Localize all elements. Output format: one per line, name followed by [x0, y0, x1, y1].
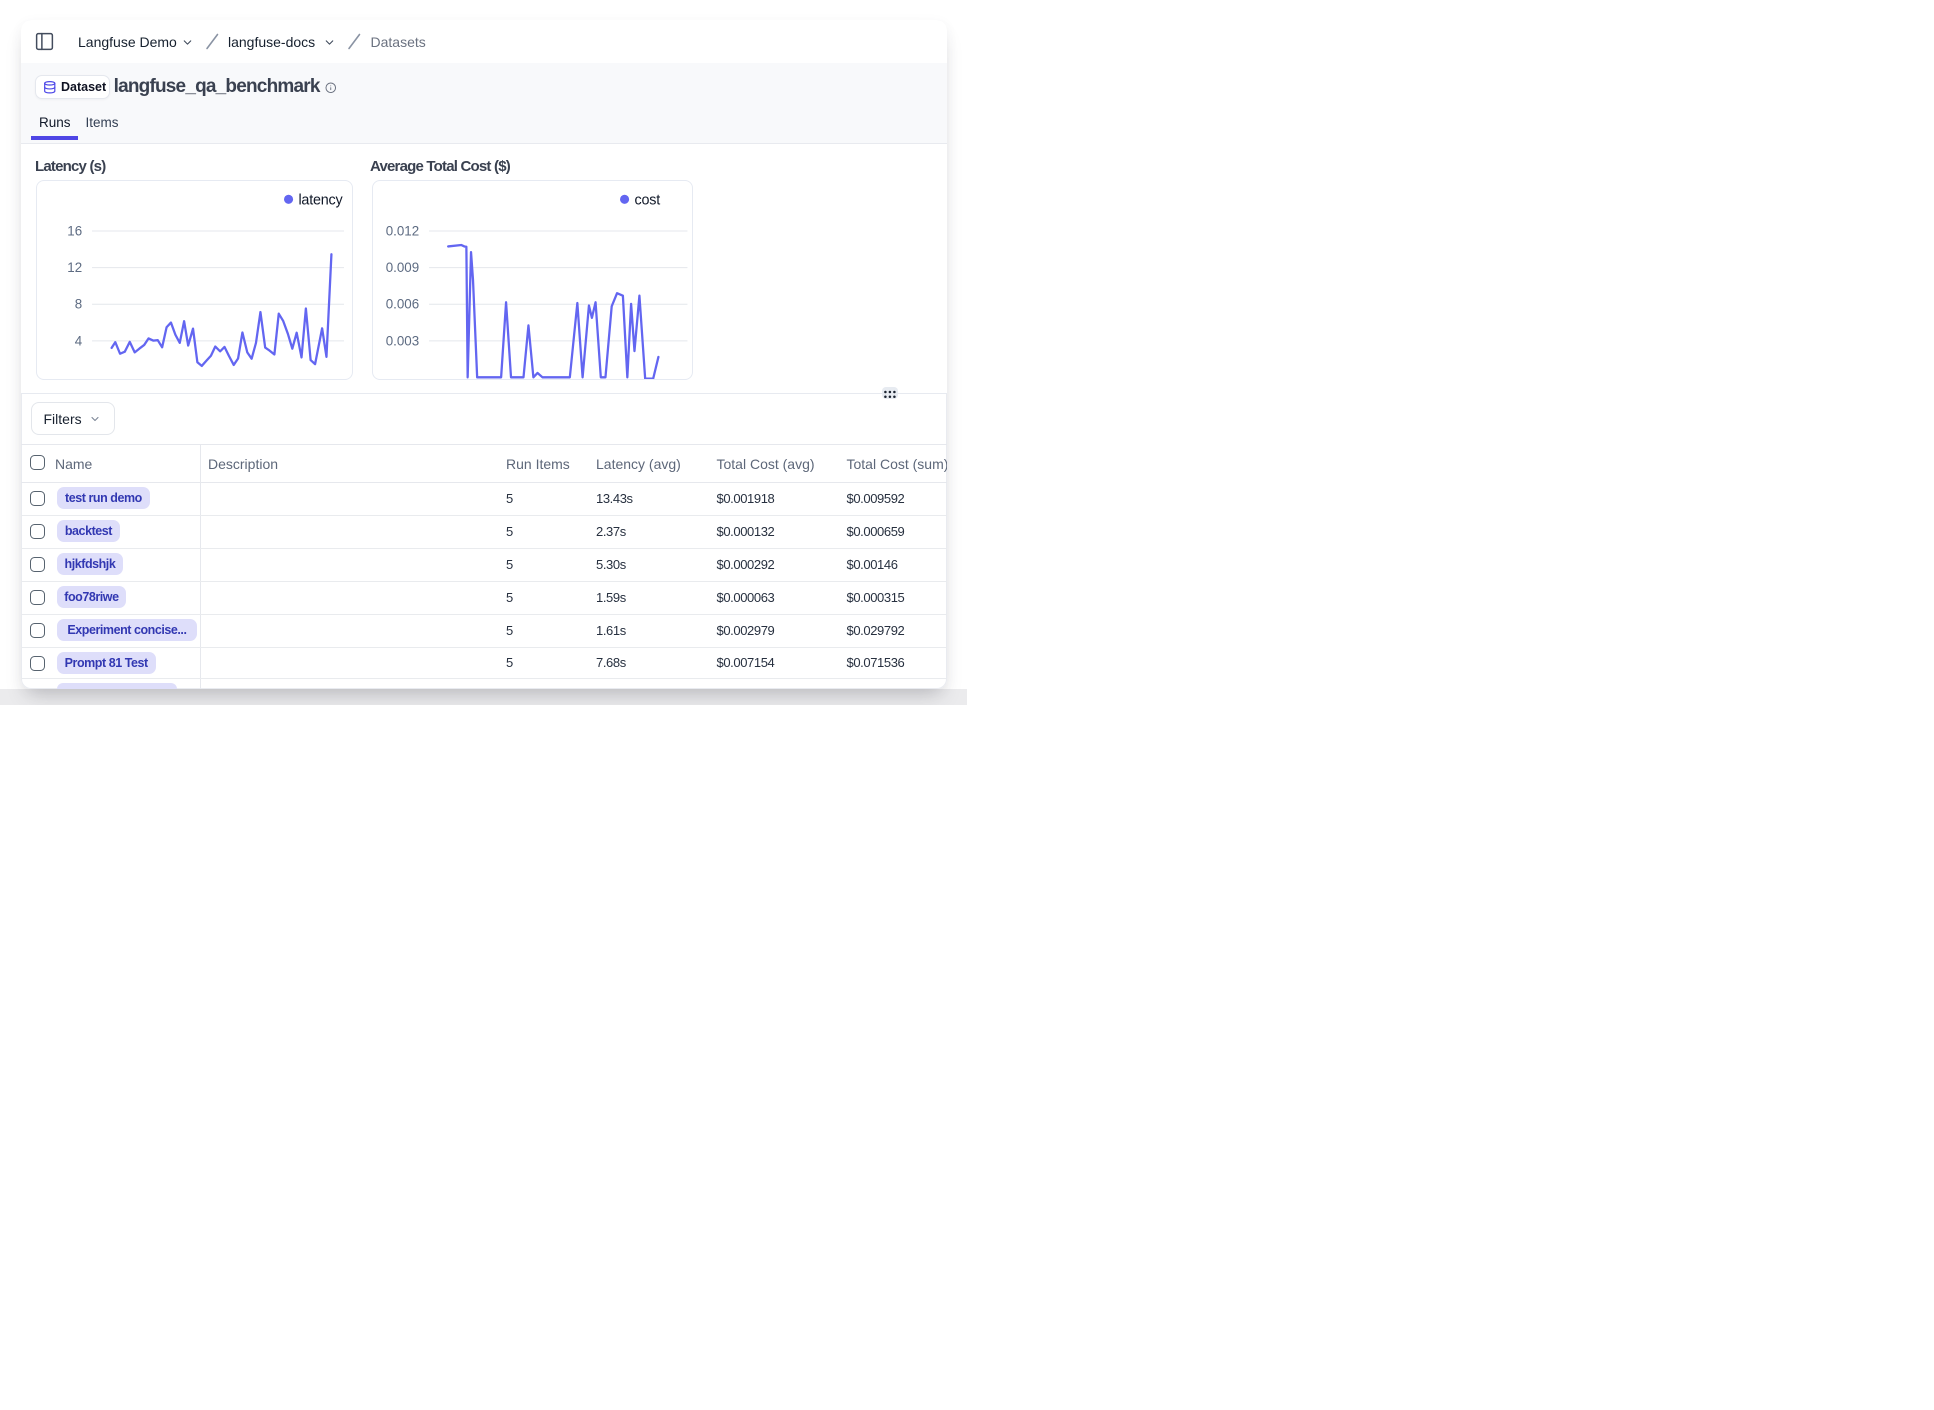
svg-text:16: 16 [67, 224, 82, 239]
svg-text:cost: cost [634, 193, 660, 209]
svg-text:latency: latency [298, 193, 343, 209]
svg-text:4: 4 [74, 334, 82, 349]
svg-text:0.003: 0.003 [385, 334, 418, 349]
svg-text:8: 8 [74, 297, 81, 312]
svg-text:0.006: 0.006 [385, 297, 418, 312]
svg-text:0.012: 0.012 [385, 224, 418, 239]
svg-text:12: 12 [67, 260, 82, 275]
svg-text:0.009: 0.009 [385, 260, 418, 275]
